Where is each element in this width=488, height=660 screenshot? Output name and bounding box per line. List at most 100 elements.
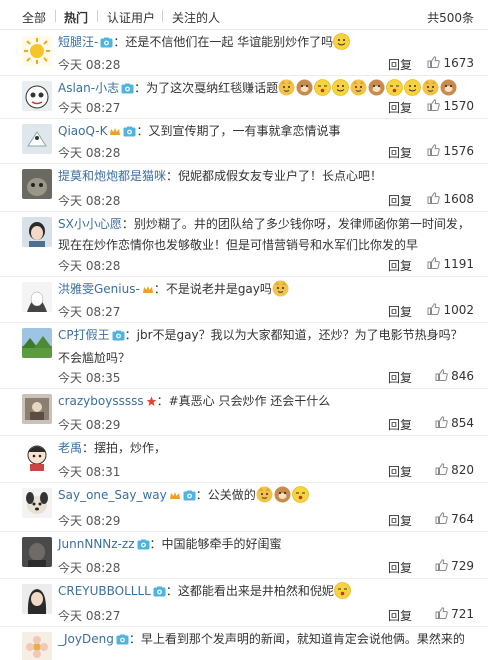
face-emoji-icon [274, 486, 291, 503]
like-button[interactable]: 1191 [427, 257, 474, 271]
user-avatar[interactable] [22, 441, 52, 471]
comment-text: ：还是不信他们在一起 华谊能别炒作了吗 [113, 35, 334, 49]
user-avatar[interactable] [22, 394, 52, 424]
comment-username[interactable]: Aslan-小志 [58, 81, 119, 95]
comment-username[interactable]: CREYUBBOLLLL [58, 584, 151, 598]
comment-username[interactable]: JunnNNNz-zz [58, 537, 135, 551]
comment-timestamp: 今天 08:28 [58, 259, 121, 273]
comment-body: 洪雅雯Genius- ：不是说老井是gay吗 [58, 279, 470, 302]
user-avatar[interactable] [22, 537, 52, 567]
reply-button[interactable]: 回复 [388, 463, 412, 480]
user-badges [107, 124, 136, 138]
like-count: 1002 [443, 303, 474, 317]
like-button[interactable]: 1673 [427, 56, 474, 70]
comment-text: ：#真恶心 只会炒作 还会干什么 [156, 394, 331, 408]
like-button[interactable]: 854 [435, 416, 474, 430]
comment-item: QiaoQ-K ：又到宣传期了，一有事就拿恋情说事 今天 08:28 回复 1576 [0, 119, 488, 164]
face-emoji-icon [368, 79, 385, 96]
face-emoji-icon [350, 79, 367, 96]
verified-camera-icon [100, 34, 113, 55]
user-avatar[interactable] [22, 81, 52, 111]
comment-item: SX小小心愿：别炒糊了。井的团队给了多少钱你呀，发律师函你第一时间发，现在在炒作… [0, 212, 488, 277]
crown-icon [169, 487, 181, 508]
verified-camera-icon [137, 536, 150, 557]
like-button[interactable]: 846 [435, 369, 474, 383]
like-count: 1576 [443, 144, 474, 158]
reply-button[interactable]: 回复 [388, 257, 412, 274]
face-emoji-icon [332, 79, 349, 96]
like-count: 820 [451, 463, 474, 477]
comment-username[interactable]: 洪雅雯Genius- [58, 282, 140, 296]
comment-filter-bar: 全部 热门 认证用户 关注的人 共500条 [0, 0, 488, 30]
reply-button[interactable]: 回复 [388, 369, 412, 386]
thumbs-up-icon [435, 369, 448, 381]
crown-icon [142, 281, 154, 302]
comment-body: 短腿汪- ：还是不信他们在一起 华谊能别炒作了吗 [58, 32, 470, 55]
like-count: 764 [451, 512, 474, 526]
tab-hot[interactable]: 热门 [64, 9, 88, 26]
face-emoji-icon [333, 33, 350, 50]
comment-text: ：中国能够牵手的好闺蜜 [149, 537, 282, 551]
user-avatar[interactable] [22, 584, 52, 614]
thumbs-up-icon [427, 99, 441, 111]
comment-item: 短腿汪- ：还是不信他们在一起 华谊能别炒作了吗 今天 08:28 回复 1673 [0, 30, 488, 76]
tab-divider [97, 10, 98, 22]
comment-username[interactable]: Say_one_Say_way [58, 488, 167, 502]
comment-username[interactable]: 老禹 [58, 441, 82, 455]
user-avatar[interactable] [22, 169, 52, 199]
comment-username[interactable]: CP打假王 [58, 328, 110, 342]
comment-username[interactable]: crazyboysssss [58, 394, 144, 408]
user-avatar[interactable] [22, 36, 52, 66]
thumbs-up-icon [427, 56, 441, 68]
like-button[interactable]: 1002 [427, 303, 474, 317]
reply-button[interactable]: 回复 [388, 99, 412, 116]
like-button[interactable]: 729 [435, 559, 474, 573]
user-avatar[interactable] [22, 217, 52, 247]
comment-body: Say_one_Say_way ：公关做的 [58, 485, 470, 508]
face-emoji-icon [404, 79, 421, 96]
user-avatar[interactable] [22, 124, 52, 154]
reply-button[interactable]: 回复 [388, 56, 412, 73]
like-button[interactable]: 721 [435, 607, 474, 621]
comment-username[interactable]: _JoyDeng [58, 632, 114, 646]
like-button[interactable]: 820 [435, 463, 474, 477]
reply-button[interactable]: 回复 [388, 559, 412, 576]
tab-divider [162, 10, 163, 22]
thumbs-up-icon [427, 144, 441, 156]
reply-button[interactable]: 回复 [388, 144, 412, 161]
reply-button[interactable]: 回复 [388, 607, 412, 624]
comment-username[interactable]: 短腿汪- [58, 35, 98, 49]
thumbs-up-icon [435, 559, 448, 571]
tab-all[interactable]: 全部 [22, 9, 46, 26]
thumbs-up-icon [427, 192, 441, 204]
thumbs-up-icon [427, 303, 441, 315]
comment-text: ：为了这次戛纳红毯赚话题 [134, 81, 279, 95]
user-badges [167, 488, 196, 502]
comment-username[interactable]: QiaoQ-K [58, 124, 107, 138]
tab-verified-users[interactable]: 认证用户 [107, 9, 155, 26]
user-avatar[interactable] [22, 488, 52, 518]
like-button[interactable]: 1576 [427, 144, 474, 158]
user-avatar[interactable] [22, 632, 52, 660]
like-button[interactable]: 764 [435, 512, 474, 526]
comment-username[interactable]: 提莫和炮炮都是猫咪 [58, 169, 166, 183]
reply-button[interactable]: 回复 [388, 192, 412, 209]
reply-button[interactable]: 回复 [388, 512, 412, 529]
emoji-group [278, 79, 458, 96]
user-avatar[interactable] [22, 328, 52, 358]
comment-timestamp: 今天 08:35 [58, 371, 121, 385]
thumbs-up-icon [427, 257, 441, 269]
user-avatar[interactable] [22, 282, 52, 312]
like-button[interactable]: 1608 [427, 192, 474, 206]
comment-text: ：早上看到那个发声明的新闻，就知道肯定会说他俩。果然来的 [128, 632, 465, 646]
comment-item: JunnNNNz-zz ：中国能够牵手的好闺蜜 今天 08:28 回复 729 [0, 532, 488, 579]
reply-button[interactable]: 回复 [388, 303, 412, 320]
comment-username[interactable]: SX小小心愿 [58, 217, 122, 231]
comment-timestamp: 今天 08:31 [58, 465, 121, 479]
face-emoji-icon [314, 79, 331, 96]
reply-button[interactable]: 回复 [388, 416, 412, 433]
like-button[interactable]: 1570 [427, 99, 474, 113]
face-emoji-icon [422, 79, 439, 96]
face-emoji-icon [440, 79, 457, 96]
tab-following[interactable]: 关注的人 [172, 9, 220, 26]
